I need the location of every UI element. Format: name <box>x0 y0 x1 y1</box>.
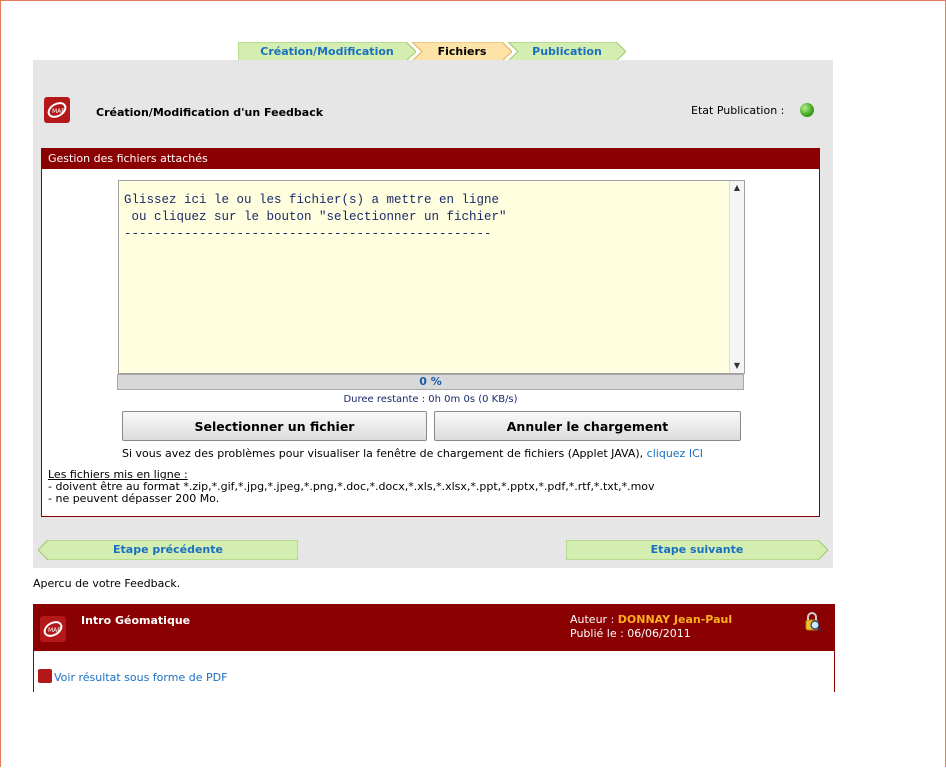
pdf-icon <box>38 669 52 683</box>
java-applet-note: Si vous avez des problèmes pour visualis… <box>122 447 703 460</box>
author-name: DONNAY Jean-Paul <box>617 613 733 626</box>
step-publication[interactable]: Publication <box>508 42 626 61</box>
prev-step-button[interactable]: Etape précédente <box>38 540 298 560</box>
file-rule-size: - ne peuvent dépasser 200 Mo. <box>48 492 220 505</box>
drop-zone[interactable]: Glissez ici le ou les fichier(s) a mettr… <box>118 180 745 374</box>
next-step-button[interactable]: Etape suivante <box>566 540 828 560</box>
progress-percent: 0 % <box>419 375 442 388</box>
upload-progress-bar: 0 % <box>117 374 744 390</box>
scroll-down-icon[interactable]: ▼ <box>730 359 744 373</box>
lock-search-icon[interactable] <box>804 612 822 635</box>
page-title: Création/Modification d'un Feedback <box>96 106 324 119</box>
scroll-up-icon[interactable]: ▲ <box>730 181 744 195</box>
etat-publication-label: Etat Publication : <box>691 104 785 117</box>
select-file-button[interactable]: Selectionner un fichier <box>122 411 427 441</box>
remaining-time: Duree restante : 0h 0m 0s (0 KB/s) <box>343 394 518 405</box>
scrollbar[interactable]: ▲ ▼ <box>729 181 744 373</box>
feedback-preview: MAP Intro Géomatique Auteur : DONNAY Jea… <box>33 604 835 692</box>
app-logo-icon: MAP <box>44 97 70 123</box>
pdf-link[interactable]: Voir résultat sous forme de PDF <box>38 669 227 684</box>
author-info: Auteur : DONNAY Jean-Paul Publié le : 06… <box>570 613 732 641</box>
file-rules: Les fichiers mis en ligne : - doivent êt… <box>48 469 655 505</box>
preview-label: Apercu de votre Feedback. <box>33 577 181 590</box>
feedback-header: MAP Intro Géomatique Auteur : DONNAY Jea… <box>34 604 834 651</box>
feedback-title: Intro Géomatique <box>81 614 191 627</box>
svg-text:MAP: MAP <box>52 108 65 115</box>
drop-instructions: Glissez ici le ou les fichier(s) a mettr… <box>124 193 507 241</box>
svg-text:MAP: MAP <box>48 627 61 634</box>
step-creation[interactable]: Création/Modification <box>238 42 416 61</box>
status-indicator-icon <box>800 103 814 117</box>
click-here-link[interactable]: cliquez ICI <box>647 447 703 460</box>
section-header: Gestion des fichiers attachés <box>42 149 819 169</box>
feedback-logo-icon: MAP <box>40 616 66 642</box>
cancel-upload-button[interactable]: Annuler le chargement <box>434 411 741 441</box>
published-date: Publié le : 06/06/2011 <box>570 627 691 640</box>
author-label: Auteur : <box>570 613 615 626</box>
step-fichiers[interactable]: Fichiers <box>412 42 512 61</box>
